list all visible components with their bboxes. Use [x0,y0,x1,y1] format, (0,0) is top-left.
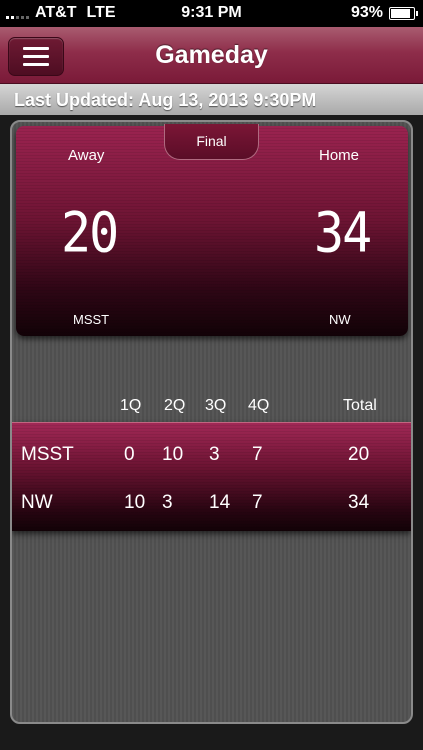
q4-score: 7 [252,444,263,465]
linescore-table: MSST 0 10 3 7 20 NW 10 3 14 7 34 [12,422,411,531]
q1-score: 0 [124,444,135,465]
table-row: NW 10 3 14 7 34 [12,480,411,526]
q4-score: 7 [252,492,263,513]
q1-score: 10 [124,492,146,513]
battery-percent: 93% [350,4,383,21]
home-label: Home [319,147,360,164]
score-card: Final Away Home 20 34 MSST NW [16,124,408,336]
q3-score: 3 [209,444,220,465]
header-total: Total [343,397,377,414]
status-bar: AT&T LTE 9:31 PM 93% [0,0,423,27]
header-1q: 1Q [120,397,142,414]
battery-icon [389,6,418,20]
scoreboard-panel: Final Away Home 20 34 MSST NW 1Q 2Q 3Q 4… [10,120,413,724]
page-title: Gameday [155,41,268,69]
header-4q: 4Q [248,397,270,414]
away-team-abbr: MSST [73,312,110,327]
total-score: 20 [348,444,370,465]
q2-score: 10 [162,444,184,465]
last-updated-label: Last Updated: Aug 13, 2013 9:30PM [0,84,423,115]
table-row: MSST 0 10 3 7 20 [12,432,411,478]
team-name: NW [21,492,53,513]
total-score: 34 [348,492,370,513]
navigation-bar: Gameday [0,27,423,84]
away-score: 20 [61,201,119,265]
away-label: Away [68,147,105,164]
q3-score: 14 [209,492,231,513]
header-3q: 3Q [205,397,227,414]
header-2q: 2Q [164,397,186,414]
q2-score: 3 [162,492,173,513]
home-score: 34 [314,201,372,265]
game-status-tab: Final [164,124,259,160]
status-right: 93% [350,4,418,22]
home-team-abbr: NW [329,312,351,327]
team-name: MSST [21,444,74,465]
